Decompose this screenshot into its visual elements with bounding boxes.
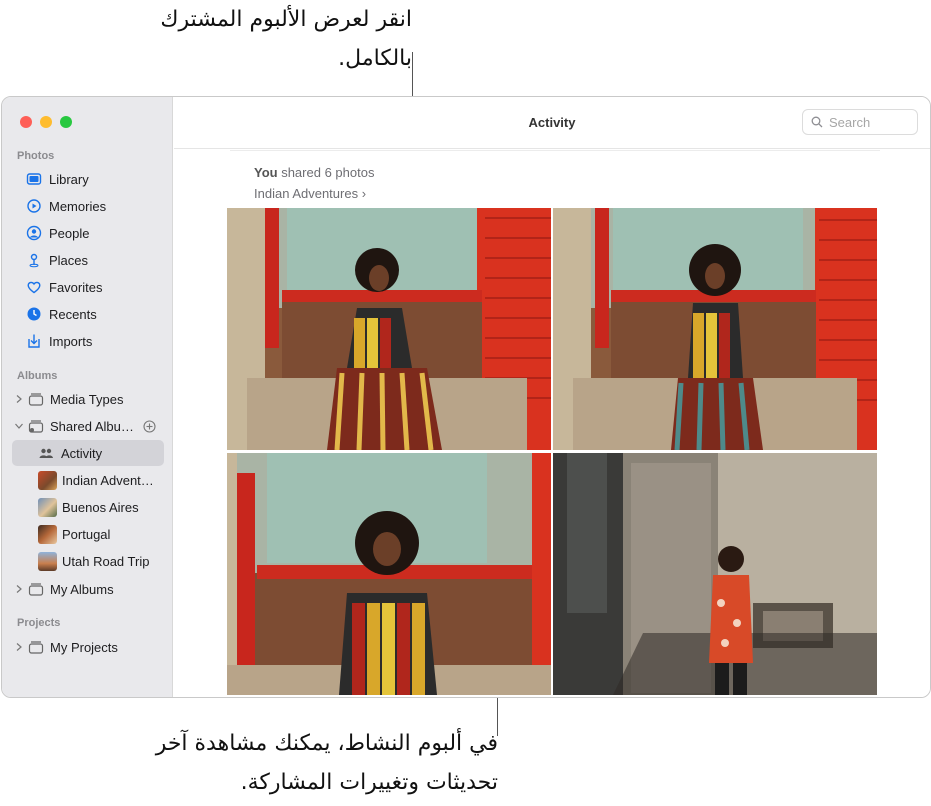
import-icon xyxy=(26,333,42,349)
album-thumbnail xyxy=(38,551,57,571)
sidebar-item-label: Buenos Aires xyxy=(62,499,139,515)
sidebar-item-label: Portugal xyxy=(62,526,111,542)
sidebar-item-label: Library xyxy=(49,171,89,187)
sidebar-item-recents[interactable]: Recents xyxy=(12,301,164,327)
sidebar-item-library[interactable]: Library xyxy=(12,166,164,192)
people-icon xyxy=(26,225,42,241)
album-thumbnail xyxy=(38,524,57,544)
sidebar-item-label: Recents xyxy=(49,306,97,322)
activity-action: shared 6 photos xyxy=(277,165,375,180)
search-icon xyxy=(811,116,823,128)
sidebar-item-portugal[interactable]: Portugal xyxy=(12,521,164,547)
sidebar-item-label: People xyxy=(49,225,90,241)
add-shared-album-icon[interactable] xyxy=(143,419,156,433)
clock-icon xyxy=(26,306,42,322)
sidebar-item-utah-road-trip[interactable]: Utah Road Trip xyxy=(12,548,164,574)
sidebar-item-media-types[interactable]: Media Types xyxy=(12,386,164,412)
photo-thumbnail[interactable] xyxy=(227,208,551,450)
album-folder-icon xyxy=(28,393,44,406)
sidebar-item-label: My Albums xyxy=(50,581,114,597)
places-icon xyxy=(26,252,42,268)
chevron-right-icon: › xyxy=(361,186,367,201)
sidebar-item-places[interactable]: Places xyxy=(12,247,164,273)
project-folder-icon xyxy=(28,641,44,654)
activity-user: You xyxy=(254,165,278,180)
sidebar-item-label: Media Types xyxy=(50,391,124,407)
divider xyxy=(230,150,880,151)
album-thumbnail xyxy=(38,470,57,490)
activity-summary: You shared 6 photos xyxy=(254,165,374,180)
zoom-window-button[interactable] xyxy=(60,116,72,128)
sidebar-item-label: Imports xyxy=(49,333,93,349)
memories-icon xyxy=(26,198,42,214)
sidebar-item-label: Places xyxy=(49,252,89,268)
activity-people-icon xyxy=(38,445,54,461)
close-window-button[interactable] xyxy=(20,116,32,128)
sidebar-item-favorites[interactable]: Favorites xyxy=(12,274,164,300)
album-link[interactable]: Indian Adventures › xyxy=(254,186,366,201)
sidebar-item-my-albums[interactable]: My Albums xyxy=(12,576,164,602)
photo-thumbnail[interactable] xyxy=(553,453,877,695)
album-link-label: Indian Adventures xyxy=(254,186,359,201)
photo-thumbnail[interactable] xyxy=(227,453,551,695)
sidebar-item-activity[interactable]: Activity xyxy=(12,440,164,466)
chevron-right-icon[interactable] xyxy=(14,642,24,652)
sidebar-item-label: Activity xyxy=(61,445,103,461)
sidebar-item-my-projects[interactable]: My Projects xyxy=(12,634,164,660)
sidebar-item-label: Memories xyxy=(49,198,107,214)
photos-window: Photos Library Memories People Places Fa… xyxy=(1,96,931,698)
toolbar: Activity Search xyxy=(174,97,930,149)
library-icon xyxy=(26,171,42,187)
sidebar-item-indian-adventures[interactable]: Indian Advent… xyxy=(12,467,164,493)
chevron-right-icon[interactable] xyxy=(14,584,24,594)
sidebar-item-people[interactable]: People xyxy=(12,220,164,246)
sidebar-item-imports[interactable]: Imports xyxy=(12,328,164,354)
search-field[interactable]: Search xyxy=(802,109,918,135)
sidebar-item-label: Utah Road Trip xyxy=(62,553,150,569)
callout-bottom: في ألبوم النشاط، يمكنك مشاهدة آخر تحديثا… xyxy=(155,731,498,795)
sidebar-item-memories[interactable]: Memories xyxy=(12,193,164,219)
chevron-down-icon[interactable] xyxy=(14,421,24,431)
sidebar-item-label: Shared Albu… xyxy=(50,418,134,434)
callout-top: انقر لعرض الألبوم المشترك بالكامل. xyxy=(160,7,412,71)
minimize-window-button[interactable] xyxy=(40,116,52,128)
albums-section-header: Albums xyxy=(17,370,58,382)
sidebar-item-label: My Projects xyxy=(50,639,118,655)
shared-album-icon xyxy=(28,420,44,433)
projects-section-header: Projects xyxy=(17,617,61,629)
album-folder-icon xyxy=(28,583,44,596)
chevron-right-icon[interactable] xyxy=(14,394,24,404)
sidebar: Photos Library Memories People Places Fa… xyxy=(2,97,173,697)
photos-section-header: Photos xyxy=(17,150,55,162)
sidebar-item-label: Favorites xyxy=(49,279,103,295)
sidebar-item-buenos-aires[interactable]: Buenos Aires xyxy=(12,494,164,520)
heart-icon xyxy=(26,279,42,295)
search-placeholder: Search xyxy=(829,114,871,130)
album-thumbnail xyxy=(38,497,57,517)
photo-grid xyxy=(227,208,877,695)
main-content: Activity Search You shared 6 photos Indi… xyxy=(174,97,930,697)
sidebar-item-shared-albums[interactable]: Shared Albu… xyxy=(12,413,164,439)
sidebar-item-label: Indian Advent… xyxy=(62,472,154,488)
photo-thumbnail[interactable] xyxy=(553,208,877,450)
